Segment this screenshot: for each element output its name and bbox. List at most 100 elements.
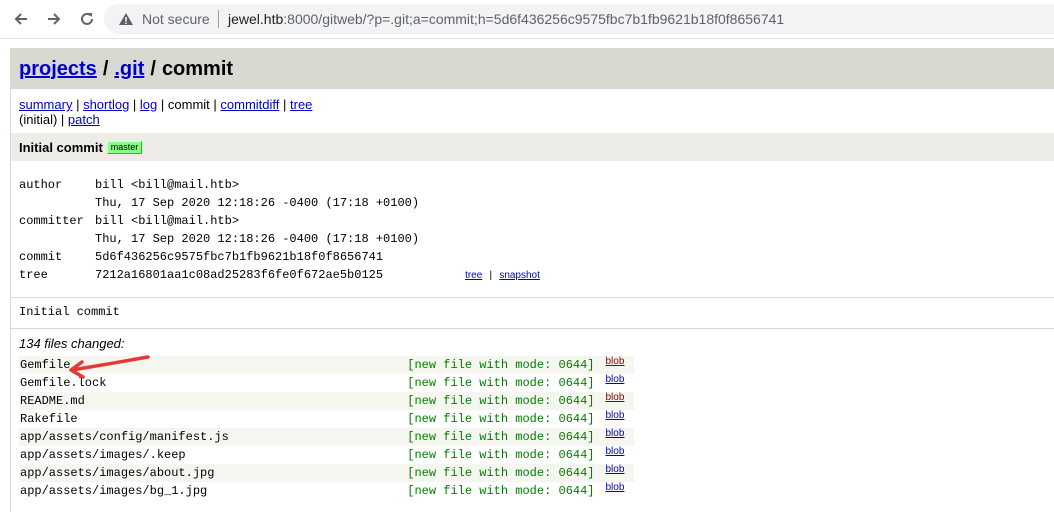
snapshot-link[interactable]: snapshot <box>499 270 540 281</box>
committer-value: bill <bill@mail.htb> <box>95 214 240 228</box>
security-label[interactable]: Not secure <box>142 11 210 27</box>
file-link-cell: blob <box>603 428 635 446</box>
repo-link[interactable]: .git <box>114 58 144 81</box>
author-row: author bill <bill@mail.htb> <box>17 177 542 195</box>
file-link-cell: blob <box>603 446 635 464</box>
file-row[interactable]: Gemfile [new file with mode: 0644] blob <box>19 356 634 374</box>
nav-separator: | <box>157 97 168 112</box>
nav-summary-link[interactable]: summary <box>19 97 72 112</box>
file-mode: [new file with mode: 0644] <box>407 376 595 390</box>
author-label: author <box>19 178 63 192</box>
branch-ref-badge[interactable]: master <box>106 140 143 154</box>
author-date-row: Thu, 17 Sep 2020 12:18:26 -0400 (17:18 +… <box>17 195 542 213</box>
blob-link[interactable]: blob <box>606 482 625 493</box>
blob-link[interactable]: blob <box>606 464 625 475</box>
committer-date-row: Thu, 17 Sep 2020 12:18:26 -0400 (17:18 +… <box>17 231 542 249</box>
projects-link[interactable]: projects <box>19 58 97 81</box>
file-row[interactable]: Rakefile [new file with mode: 0644] blob <box>19 410 634 428</box>
file-link-cell: blob <box>603 356 635 374</box>
blob-link[interactable]: blob <box>606 410 625 421</box>
page-title: commit <box>161 57 234 80</box>
file-mode: [new file with mode: 0644] <box>407 412 595 426</box>
author-value: bill <bill@mail.htb> <box>95 178 240 192</box>
tree-label: tree <box>19 268 48 282</box>
commit-hash: 5d6f436256c9575fbc7b1fb9621b18f0f8656741 <box>95 250 384 264</box>
file-name[interactable]: Gemfile <box>19 356 321 374</box>
reload-button[interactable] <box>76 8 98 30</box>
file-row[interactable]: app/assets/images/.keep [new file with mo… <box>19 446 634 464</box>
file-row[interactable]: app/assets/config/manifest.js [new file w… <box>19 428 634 446</box>
page-header: projects / .git / commit <box>11 49 1054 89</box>
committer-label: committer <box>19 214 84 228</box>
file-row[interactable]: app/assets/images/about.jpg [new file wit… <box>19 464 634 482</box>
nav-separator: | <box>57 112 68 127</box>
file-mode: [new file with mode: 0644] <box>407 358 595 372</box>
nav-shortlog-link[interactable]: shortlog <box>83 97 129 112</box>
author-date: Thu, 17 Sep 2020 12:18:26 -0400 (17:18 +… <box>95 196 420 210</box>
gitweb-page: projects / .git / commit summary | short… <box>10 48 1054 512</box>
blob-link[interactable]: blob <box>606 446 625 457</box>
commit-title-bar[interactable]: Initial commit master <box>11 133 1054 161</box>
tree-row: tree 7212a16801aa1c08ad25283f6fe0f672ae5… <box>17 267 542 285</box>
file-mode: [new file with mode: 0644] <box>407 466 595 480</box>
browser-toolbar: Not secure jewel.htb:8000/gitweb/?p=.git… <box>0 0 1054 39</box>
nav-separator: | <box>129 97 140 112</box>
reload-icon <box>81 12 93 25</box>
tree-link[interactable]: tree <box>465 270 482 281</box>
file-mode: [new file with mode: 0644] <box>407 430 595 444</box>
nav-tree-link[interactable]: tree <box>290 97 312 112</box>
files-changed-count: 134 files changed: <box>19 336 125 351</box>
file-link-cell: blob <box>603 410 635 428</box>
committer-row: committer bill <bill@mail.htb> <box>17 213 542 231</box>
warning-icon[interactable] <box>118 12 134 29</box>
file-mode: [new file with mode: 0644] <box>407 484 595 498</box>
nav-separator: | <box>209 97 221 112</box>
blob-link[interactable]: blob <box>606 428 625 439</box>
url-host: jewel.htb <box>228 11 284 27</box>
back-button[interactable] <box>10 8 32 30</box>
file-row[interactable]: Gemfile.lock [new file with mode: 0644] bl… <box>19 374 634 392</box>
file-link-cell: blob <box>603 392 635 410</box>
changed-files-table: Gemfile [new file with mode: 0644] blob Gem… <box>19 356 634 500</box>
header-separator: / <box>102 57 109 80</box>
arrow-left-icon <box>14 13 27 25</box>
commit-message: Initial commit <box>19 305 120 319</box>
header-separator: / <box>150 57 156 80</box>
url-divider <box>218 10 219 28</box>
nav-separator: | <box>279 97 290 112</box>
file-name[interactable]: app/assets/images/about.jpg <box>19 464 321 482</box>
file-name[interactable]: Gemfile.lock <box>19 374 321 392</box>
committer-date: Thu, 17 Sep 2020 12:18:26 -0400 (17:18 +… <box>95 232 420 246</box>
commit-meta-table: author bill <bill@mail.htb> Thu, 17 Sep … <box>17 177 542 285</box>
commit-hash-row: commit 5d6f436256c9575fbc7b1fb9621b18f0f… <box>17 249 542 267</box>
page-nav: summary | shortlog | log | commit | comm… <box>11 89 1054 133</box>
file-name[interactable]: README.md <box>19 392 321 410</box>
tree-hash: 7212a16801aa1c08ad25283f6fe0f672ae5b0125 <box>95 268 384 282</box>
file-mode: [new file with mode: 0644] <box>407 448 595 462</box>
file-name[interactable]: app/assets/config/manifest.js <box>19 428 321 446</box>
blob-link[interactable]: blob <box>606 374 625 385</box>
link-separator: | <box>489 270 493 281</box>
file-link-cell: blob <box>603 482 635 500</box>
file-row[interactable]: app/assets/images/bg_1.jpg [new file with… <box>19 482 634 500</box>
nav-commitdiff-link[interactable]: commitdiff <box>220 97 279 112</box>
nav-commit-current: commit <box>167 97 210 112</box>
file-name[interactable]: app/assets/images/.keep <box>19 446 321 464</box>
nav-separator: | <box>72 97 84 112</box>
blob-link[interactable]: blob <box>606 356 625 367</box>
commit-title[interactable]: Initial commit <box>19 140 103 155</box>
forward-button[interactable] <box>43 8 65 30</box>
url-text[interactable]: jewel.htb:8000/gitweb/?p=.git;a=commit;h… <box>228 11 784 27</box>
url-path: :8000/gitweb/?p=.git;a=commit;h=5d6f4362… <box>283 11 785 27</box>
address-bar[interactable]: Not secure jewel.htb:8000/gitweb/?p=.git… <box>104 4 1054 34</box>
file-name[interactable]: app/assets/images/bg_1.jpg <box>19 482 321 500</box>
file-link-cell: blob <box>603 464 635 482</box>
file-link-cell: blob <box>603 374 635 392</box>
tree-links: tree | snapshot <box>421 267 542 285</box>
nav-patch-link[interactable]: patch <box>68 112 100 127</box>
file-row[interactable]: README.md [new file with mode: 0644] blob <box>19 392 634 410</box>
arrow-right-icon <box>48 13 61 25</box>
blob-link[interactable]: blob <box>606 392 625 403</box>
nav-log-link[interactable]: log <box>140 97 157 112</box>
file-name[interactable]: Rakefile <box>19 410 321 428</box>
